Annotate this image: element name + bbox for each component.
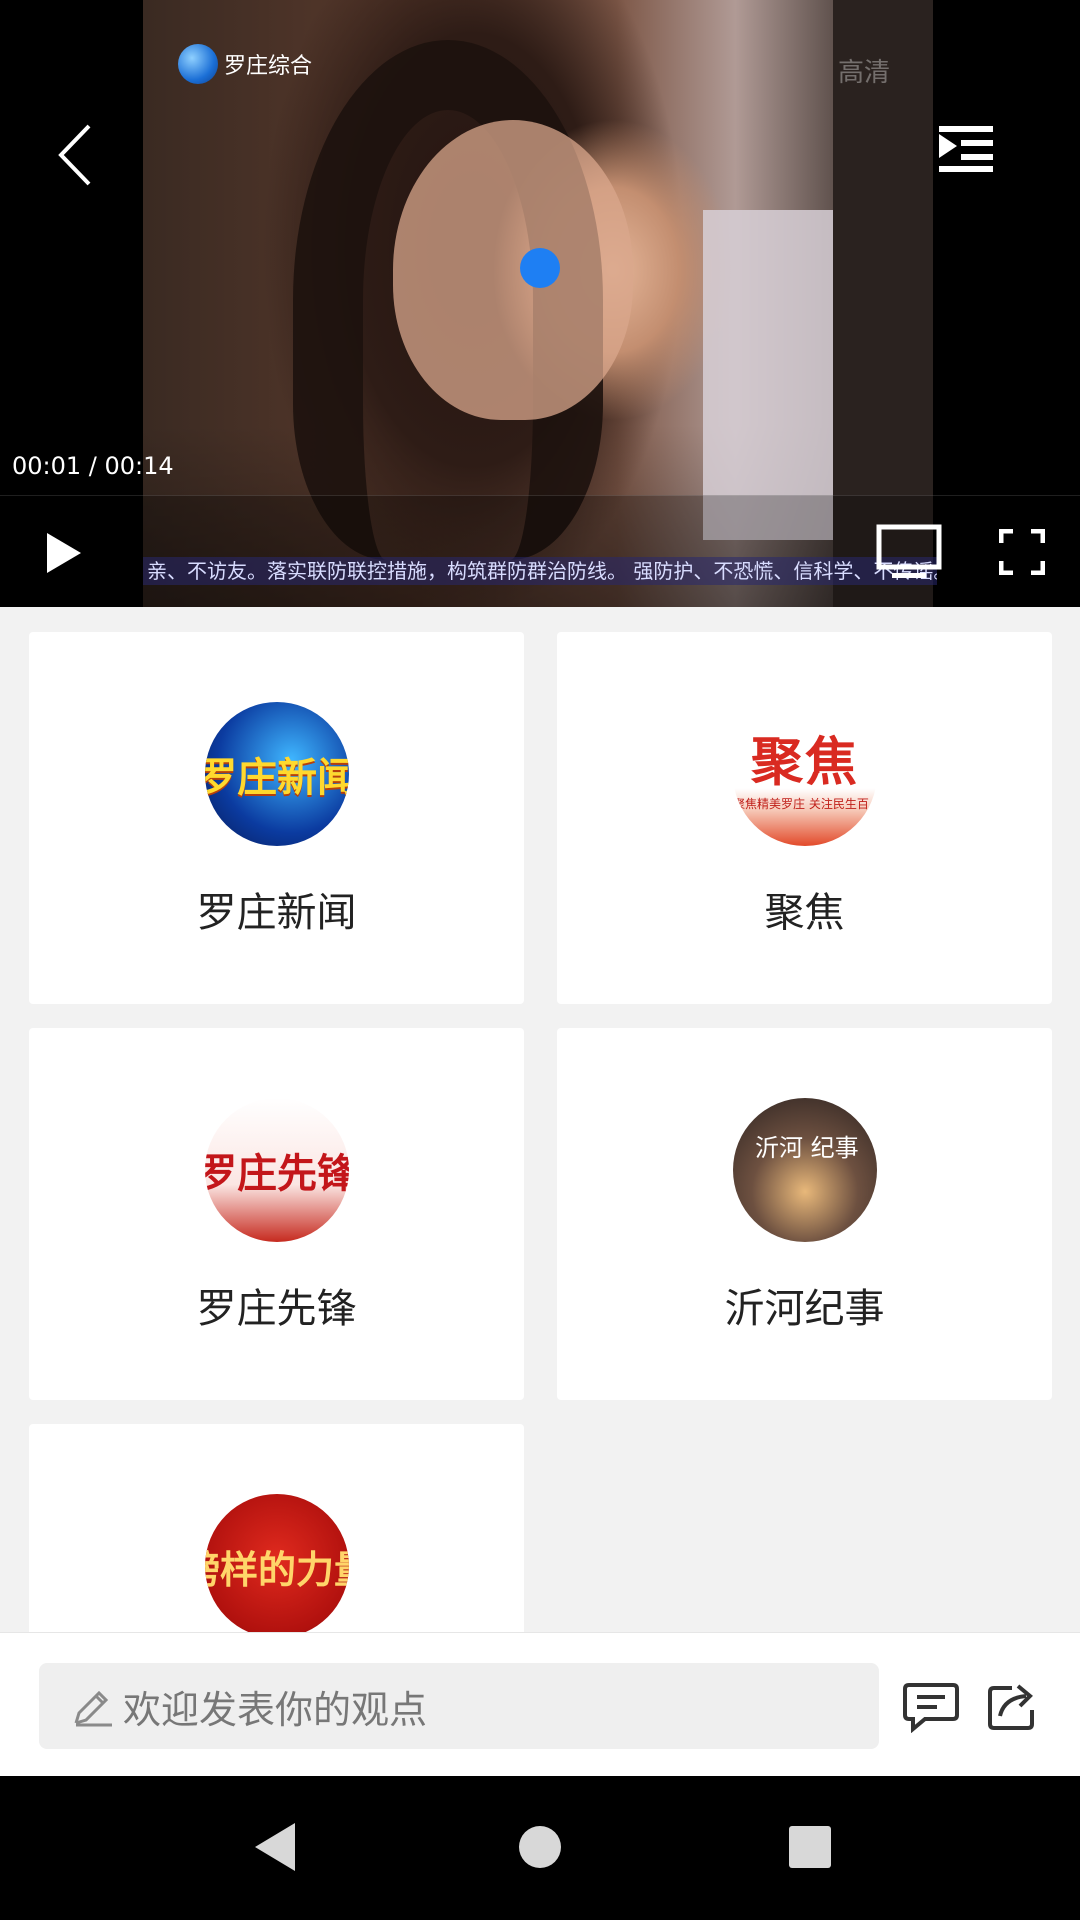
- program-thumbnail: 榜样的力量: [205, 1494, 349, 1632]
- thumbnail-text: 沂河 纪事: [755, 1134, 859, 1162]
- playlist-button[interactable]: [930, 120, 1000, 180]
- program-card[interactable]: 榜样的力量: [29, 1424, 524, 1632]
- program-thumbnail: 沂河 纪事: [733, 1098, 877, 1242]
- program-title: 聚焦: [764, 890, 845, 936]
- tv-cast-icon: [876, 524, 942, 578]
- program-thumbnail: 罗庄先锋: [205, 1098, 349, 1242]
- channel-logo-text: 罗庄综合: [224, 54, 313, 79]
- back-button[interactable]: [40, 110, 110, 200]
- program-title: 罗庄先锋: [196, 1286, 357, 1332]
- thumbnail-text: 罗庄新闻: [205, 755, 349, 801]
- seek-indicator-dot[interactable]: [520, 248, 560, 288]
- program-title: 沂河纪事: [724, 1286, 885, 1332]
- thumbnail-text: 罗庄先锋: [205, 1151, 349, 1197]
- comment-placeholder: 欢迎发表你的观点: [123, 1687, 428, 1732]
- nav-recent-icon: [789, 1826, 831, 1868]
- channel-logo-icon: [178, 44, 218, 84]
- play-icon: [47, 533, 81, 573]
- share-icon: [988, 1684, 1034, 1730]
- comments-button[interactable]: [902, 1678, 960, 1736]
- thumbnail-text: 榜样的力量: [205, 1547, 349, 1592]
- nav-recent-button[interactable]: [775, 1812, 845, 1882]
- program-card[interactable]: 罗庄先锋 罗庄先锋: [29, 1028, 524, 1400]
- video-scene-face: [393, 120, 633, 420]
- pencil-icon: [71, 1684, 115, 1728]
- program-card[interactable]: 罗庄新闻 罗庄新闻: [29, 632, 524, 1004]
- time-display: 00:01 / 00:14: [12, 452, 174, 480]
- news-ticker: 亲、不访友。落实联防联控措施，构筑群防群治防线。 强防护、不恐慌、信科学、不传谣…: [143, 557, 937, 585]
- share-button[interactable]: [984, 1678, 1042, 1736]
- thumbnail-subtext: 聚焦精美罗庄 关注民生百事: [733, 796, 869, 828]
- playlist-play-icon: [939, 126, 993, 172]
- program-title: 罗庄新闻: [196, 890, 357, 936]
- program-card[interactable]: 沂河 纪事 沂河纪事: [557, 1028, 1052, 1400]
- channel-logo: 罗庄综合: [178, 44, 312, 84]
- nav-back-icon: [255, 1823, 295, 1871]
- system-nav-bar: [0, 1776, 1080, 1920]
- program-card[interactable]: 聚焦 聚焦精美罗庄 关注民生百事 聚焦: [557, 632, 1052, 1004]
- nav-home-icon: [519, 1826, 561, 1868]
- program-thumbnail: 聚焦 聚焦精美罗庄 关注民生百事: [733, 702, 877, 846]
- fullscreen-icon: [999, 529, 1045, 575]
- program-grid: 罗庄新闻 罗庄新闻 聚焦 聚焦精美罗庄 关注民生百事 聚焦 罗庄先锋 罗庄先锋 …: [0, 607, 1080, 1632]
- comment-bar: 欢迎发表你的观点: [0, 1632, 1080, 1777]
- video-player[interactable]: 罗庄综合 高清 00:01 / 00:14 亲、不访友。落实联防联控措施，构筑群…: [0, 0, 1080, 607]
- comment-input[interactable]: 欢迎发表你的观点: [39, 1663, 879, 1749]
- play-button[interactable]: [38, 525, 88, 581]
- nav-back-button[interactable]: [240, 1812, 310, 1882]
- nav-home-button[interactable]: [505, 1812, 575, 1882]
- time-current: 00:01: [12, 452, 82, 480]
- chevron-left-icon: [58, 124, 91, 186]
- thumbnail-text: 聚焦: [750, 732, 859, 793]
- fullscreen-button[interactable]: [996, 526, 1048, 578]
- comment-icon: [903, 1683, 959, 1733]
- quality-watermark: 高清: [838, 58, 891, 88]
- program-thumbnail: 罗庄新闻: [205, 702, 349, 846]
- time-separator: /: [81, 452, 105, 480]
- time-total: 00:14: [104, 452, 174, 480]
- tv-cast-button[interactable]: [874, 522, 944, 582]
